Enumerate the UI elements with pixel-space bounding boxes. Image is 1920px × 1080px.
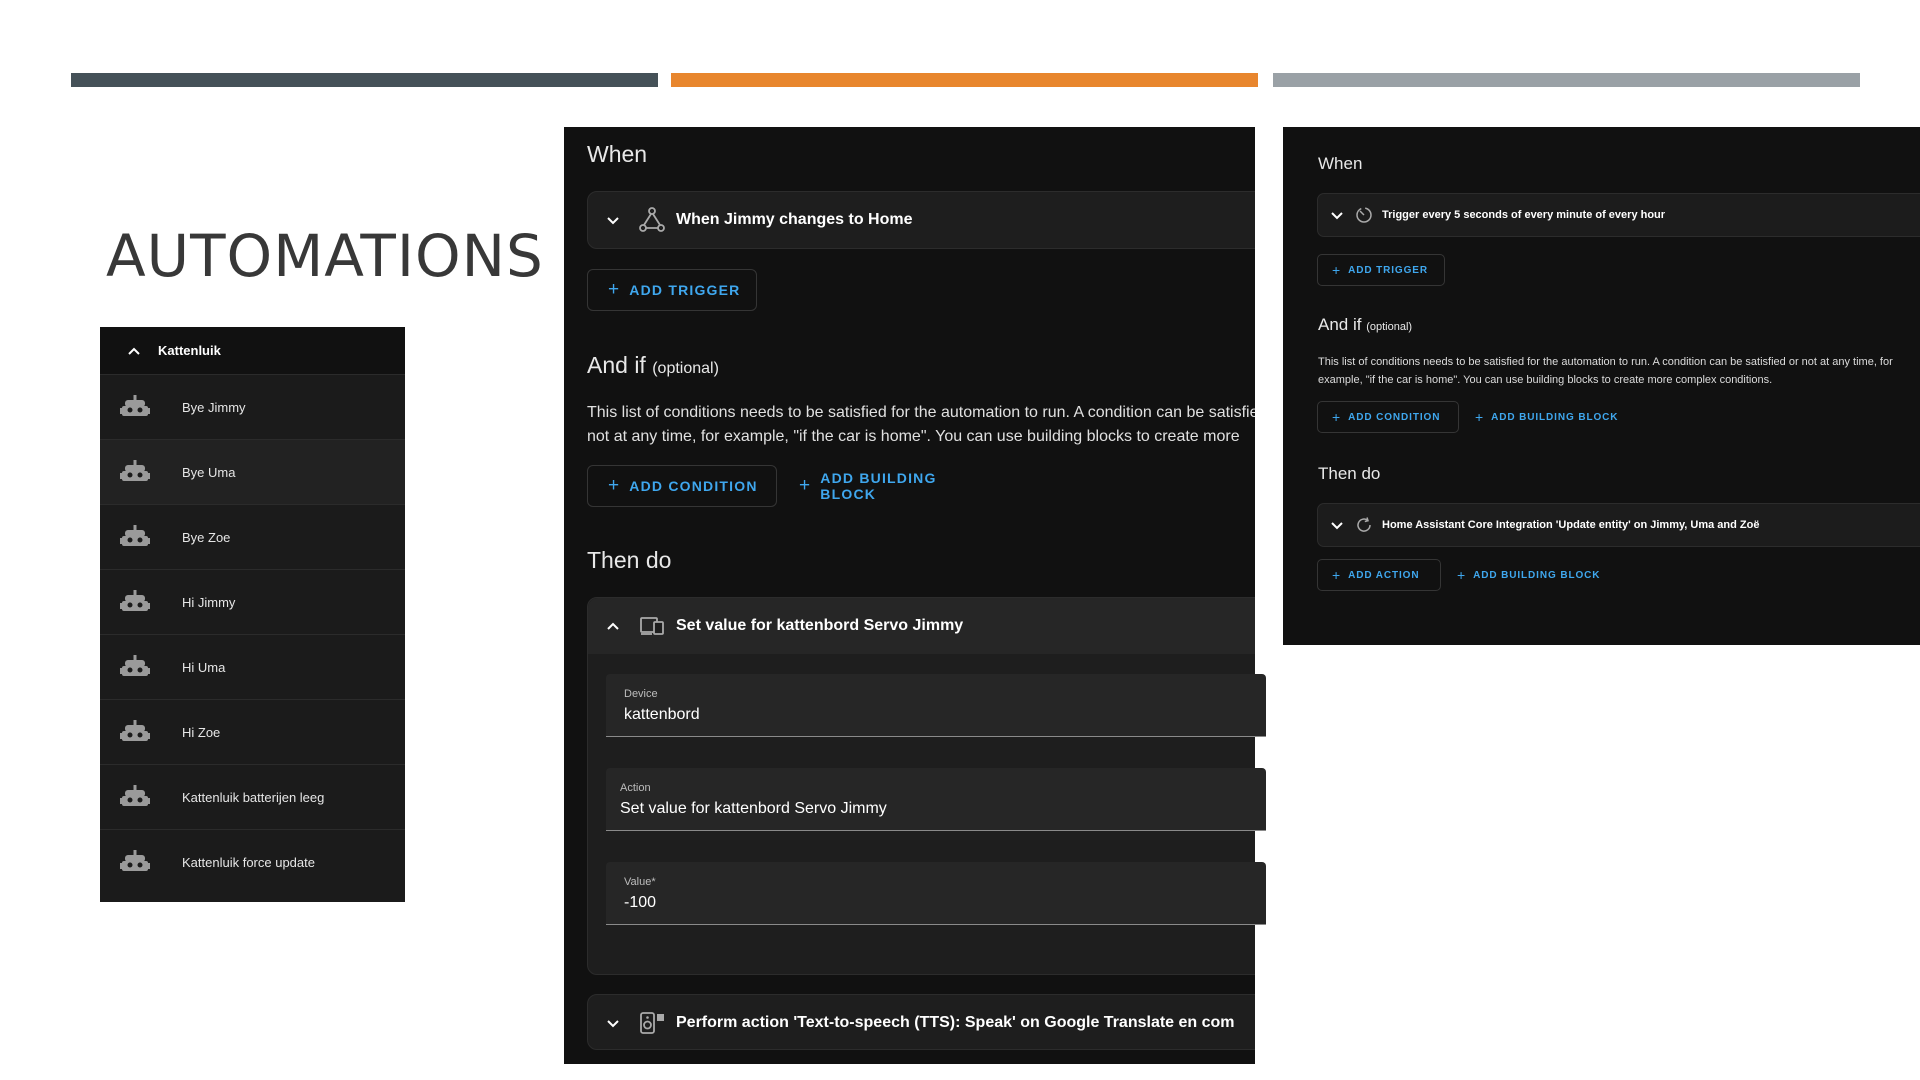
plus-icon: + [1332,567,1342,583]
add-condition-label: ADD CONDITION [629,478,758,494]
and-if-label: And if [587,352,646,378]
robot-icon [120,655,150,676]
side-trigger-card[interactable]: Trigger every 5 seconds of every minute … [1317,193,1920,237]
list-item-label: Kattenluik batterijen leeg [182,789,325,805]
action-field-value: Set value for kattenbord Servo Jimmy [620,800,887,817]
accent-bar-dark [71,73,658,87]
add-trigger-button[interactable]: + ADD TRIGGER [587,269,757,311]
list-item[interactable]: Hi Zoe [100,699,405,764]
robot-icon [120,460,150,481]
side-add-building-block-button[interactable]: + ADD BUILDING BLOCK [1460,401,1630,433]
device-field-value: kattenbord [624,706,700,723]
plus-icon: + [1475,409,1485,425]
list-item[interactable]: Bye Jimmy [100,374,405,439]
action1-label: Set value for kattenbord Servo Jimmy [676,617,964,634]
plus-icon: + [1332,262,1342,278]
list-item[interactable]: Kattenluik batterijen leeg [100,764,405,829]
device-field-label: Device [624,688,658,700]
action2-label: Perform action 'Text-to-speech (TTS): Sp… [676,1014,1235,1031]
state-trigger-icon [639,207,665,232]
automation-editor-side: When Trigger every 5 seconds of every mi… [1283,127,1920,645]
add-condition-button[interactable]: + ADD CONDITION [587,465,777,507]
side-optional-label: (optional) [1366,321,1413,333]
optional-label: (optional) [652,360,719,377]
speaker-icon [640,1012,664,1034]
add-building-block-label: ADD BUILDING BLOCK [820,470,937,502]
slide-title: AUTOMATIONS [106,222,544,290]
side-action-card[interactable]: Home Assistant Core Integration 'Update … [1317,503,1920,547]
refresh-icon [1357,517,1371,532]
chevron-down-icon[interactable] [1329,517,1345,533]
side-trigger-label: Trigger every 5 seconds of every minute … [1382,209,1666,221]
group-label: Kattenluik [158,343,221,358]
list-item-label: Hi Uma [182,659,226,675]
list-item-label: Hi Jimmy [182,594,236,610]
side-add-building-block-label: ADD BUILDING BLOCK [1491,411,1619,423]
chevron-down-icon[interactable] [602,212,624,228]
plus-icon: + [799,475,812,496]
plus-icon: + [1457,567,1467,583]
group-header-kattenluik[interactable]: Kattenluik [100,327,405,374]
side-conditions-description: This list of conditions needs to be sati… [1318,356,1893,386]
robot-icon [120,785,150,806]
list-item[interactable]: Bye Zoe [100,504,405,569]
chevron-down-icon[interactable] [1329,207,1345,223]
automation-list: Bye Jimmy Bye Uma Bye Zoe Hi Jimmy Hi Uma Hi … [100,374,405,894]
then-do-heading: Then do [587,547,672,573]
device-icon [640,617,664,635]
side-and-if-heading: And if (optional) [1318,315,1412,335]
and-if-heading: And if (optional) [587,352,719,379]
when-heading: When [587,141,648,167]
list-item-label: Kattenluik force update [182,854,315,870]
plus-icon: + [1332,409,1342,425]
robot-icon [120,525,150,546]
chevron-up-icon[interactable] [602,618,624,634]
add-building-block-button[interactable]: + ADD BUILDING BLOCK [778,465,988,507]
list-item-label: Hi Zoe [182,724,221,740]
list-item[interactable]: Bye Uma [100,439,405,504]
timer-icon [1356,207,1372,223]
side-add-condition-button[interactable]: + ADD CONDITION [1317,401,1459,433]
side-add-action-label: ADD ACTION [1348,569,1420,581]
robot-icon [120,395,150,416]
action-field-label: Action [620,782,651,794]
robot-icon [120,590,150,611]
plus-icon: + [608,279,621,300]
chevron-down-icon[interactable] [602,1015,624,1031]
trigger-label: When Jimmy changes to Home [676,211,913,228]
accent-bar-gray [1273,73,1860,87]
side-add-building-block-button-2[interactable]: + ADD BUILDING BLOCK [1442,559,1612,591]
plus-icon: + [608,475,621,496]
list-item-label: Bye Uma [182,464,236,480]
automation-list-panel: Kattenluik Bye Jimmy Bye Uma Bye Zoe Hi Jim… [100,327,405,902]
side-action-label: Home Assistant Core Integration 'Update … [1382,519,1760,531]
side-add-action-button[interactable]: + ADD ACTION [1317,559,1441,591]
add-trigger-label: ADD TRIGGER [629,282,741,298]
side-add-trigger-label: ADD TRIGGER [1348,264,1428,276]
conditions-description: This list of conditions needs to be sati… [587,404,1255,445]
device-field[interactable]: Device kattenbord [606,674,1266,737]
chevron-up-icon [128,347,140,355]
action-card-tts[interactable]: Perform action 'Text-to-speech (TTS): Sp… [587,994,1255,1050]
list-item[interactable]: Hi Jimmy [100,569,405,634]
value-field[interactable]: Value* -100 [606,862,1266,925]
action-field[interactable]: Action Set value for kattenbord Servo Ji… [606,768,1266,831]
robot-icon [120,850,150,871]
side-and-if-label: And if [1318,315,1362,334]
side-add-trigger-button[interactable]: + ADD TRIGGER [1317,254,1445,286]
list-item[interactable]: Hi Uma [100,634,405,699]
accent-bar-orange [671,73,1258,87]
side-add-building-block-label-2: ADD BUILDING BLOCK [1473,569,1601,581]
value-field-value: -100 [624,894,657,911]
list-item-label: Bye Zoe [182,529,231,545]
list-item-label: Bye Jimmy [182,399,246,415]
trigger-card[interactable]: When Jimmy changes to Home [587,191,1255,249]
side-add-condition-label: ADD CONDITION [1348,411,1441,423]
robot-icon [120,720,150,741]
list-item[interactable]: Kattenluik force update [100,829,405,894]
side-then-do-heading: Then do [1318,464,1381,483]
value-field-label: Value* [624,876,656,888]
side-when-heading: When [1318,154,1363,173]
